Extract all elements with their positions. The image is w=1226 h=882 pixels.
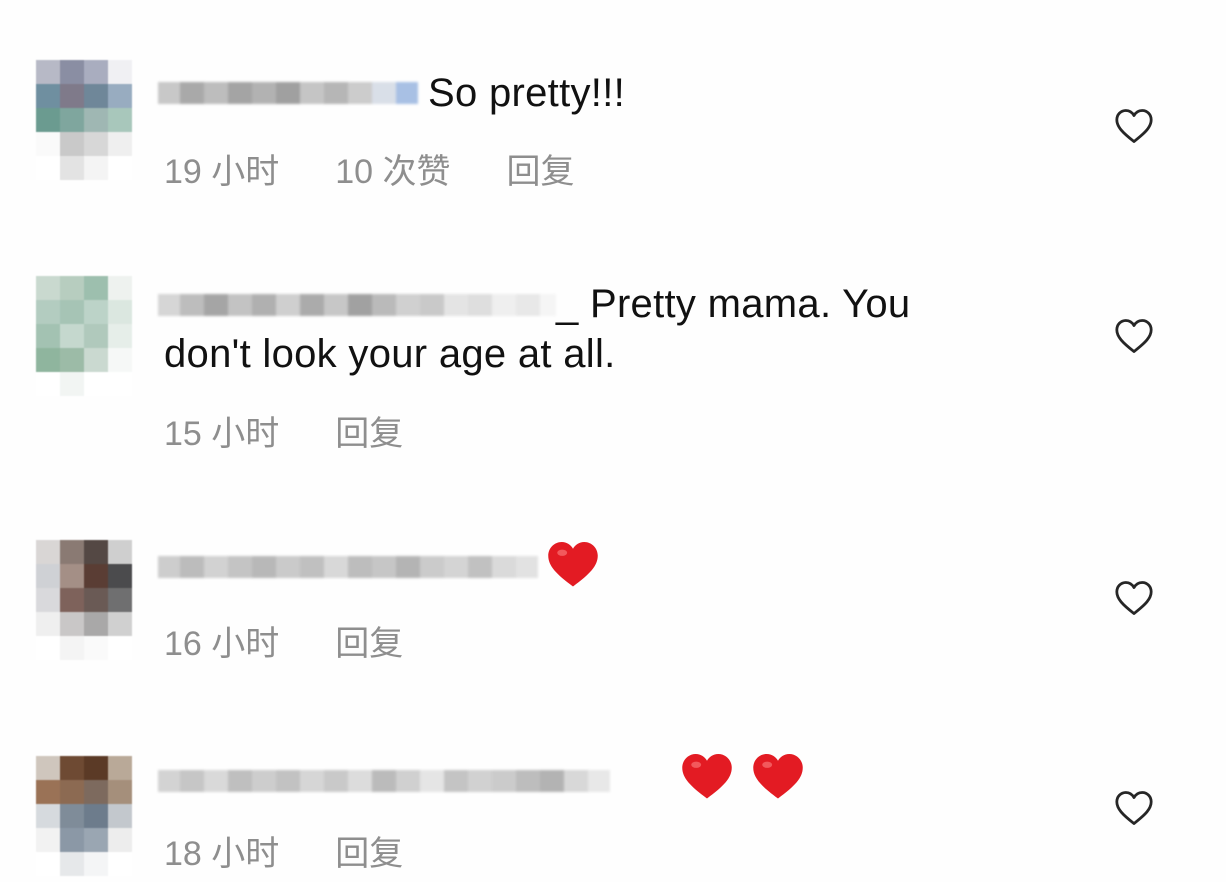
red-heart-emoji [548,542,598,587]
comment-emoji [680,748,805,801]
comment-time[interactable]: 19 小时 [164,144,279,193]
comment-text-line2: don't look your age at all. [164,332,616,376]
comment-text: So pretty!!! [428,71,626,115]
username-redacted[interactable] [158,282,556,328]
username-redacted[interactable] [158,70,418,116]
heart-outline-icon[interactable] [1114,790,1154,826]
heart-outline-icon[interactable] [1114,318,1154,354]
reply-button[interactable]: 回复 [507,144,575,193]
username-redacted[interactable] [158,758,610,804]
comments-page: So pretty!!! 19 小时 10 次赞 回复 _ Pretty mam… [0,0,1226,882]
avatar[interactable] [36,276,132,396]
comment-time[interactable]: 18 小时 [164,826,279,875]
heart-outline-icon[interactable] [1114,580,1154,616]
red-heart-emoji [682,754,732,799]
comment-likes[interactable]: 10 次赞 [335,144,450,193]
reply-button[interactable]: 回复 [335,616,403,665]
heart-outline-icon[interactable] [1114,108,1154,144]
avatar[interactable] [36,756,132,876]
comment-emoji [546,536,600,589]
avatar[interactable] [36,60,132,180]
reply-button[interactable]: 回复 [335,826,403,875]
username-redacted[interactable] [158,544,538,590]
comment-meta: 16 小时 回复 [164,616,459,665]
comment-text: _ Pretty mama. You [556,282,911,326]
comment-time[interactable]: 15 小时 [164,406,279,455]
comment-meta: 18 小时 回复 [164,826,459,875]
reply-button[interactable]: 回复 [335,406,403,455]
comment-time[interactable]: 16 小时 [164,616,279,665]
comment-meta: 19 小时 10 次赞 回复 [164,144,631,193]
comment-meta: 15 小时 回复 [164,406,459,455]
red-heart-emoji [753,754,804,799]
avatar[interactable] [36,540,132,660]
